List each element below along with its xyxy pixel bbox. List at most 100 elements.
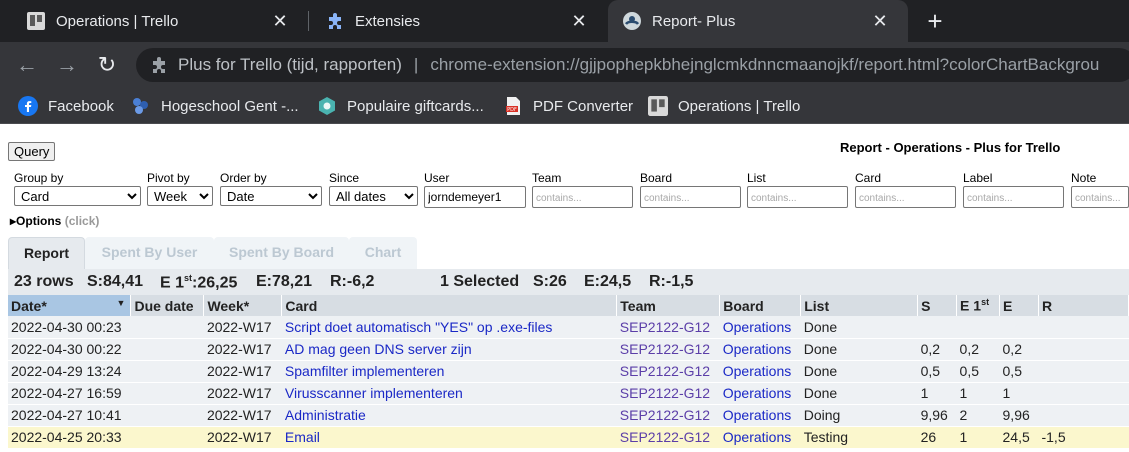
- since-select[interactable]: All dates: [329, 186, 418, 206]
- cell-board[interactable]: Operations: [719, 360, 801, 383]
- report-page: Query Report - Operations - Plus for Tre…: [0, 124, 1129, 452]
- order-by-select[interactable]: Date: [220, 186, 322, 206]
- row-count: 23 rows: [14, 273, 74, 290]
- column-estimate-first[interactable]: E 1st: [956, 295, 1001, 316]
- total-spent: S:84,41: [87, 273, 144, 290]
- close-tab-icon[interactable]: ✕: [870, 11, 890, 31]
- cell-spent: 0,2: [917, 338, 957, 361]
- label-filter: Label: [963, 171, 1064, 208]
- address-bar[interactable]: Plus for Trello (tijd, rapporten) | chro…: [136, 48, 1129, 82]
- filter-label: List: [747, 171, 766, 185]
- tab-spent-by-user[interactable]: Spent By User: [85, 237, 214, 269]
- filter-label: Group by: [14, 171, 64, 185]
- cell-remaining: [1038, 382, 1129, 405]
- table-row[interactable]: 2022-04-30 00:22 2022-W17 AD mag geen DNS …: [8, 338, 1129, 361]
- query-button[interactable]: Query: [8, 142, 56, 161]
- cell-estimate-first: [956, 316, 1000, 339]
- cell-card[interactable]: Spamfilter implementeren: [281, 360, 617, 383]
- report-table: Date* ▼ Due date Week* Card Team Board Li…: [8, 295, 1129, 449]
- cell-team[interactable]: SEP2122-G12: [616, 404, 720, 427]
- table-row[interactable]: 2022-04-29 13:24 2022-W17 Spamfilter imple…: [8, 360, 1129, 383]
- bookmark-pdf-converter[interactable]: PDF PDF Converter: [503, 95, 633, 117]
- pivot-by-select[interactable]: Week: [147, 186, 213, 206]
- bookmark-facebook[interactable]: Facebook: [18, 95, 114, 117]
- cell-due-date: [130, 382, 204, 405]
- cell-estimate-first: 0,2: [956, 338, 1000, 361]
- bookmark-giftcards[interactable]: Populaire giftcards...: [317, 95, 484, 117]
- team-input[interactable]: [532, 186, 633, 208]
- table-row[interactable]: 2022-04-25 20:33 2022-W17 Email SEP2122-G12…: [8, 426, 1129, 449]
- tab-report[interactable]: Report: [8, 237, 85, 269]
- column-remaining[interactable]: R: [1038, 295, 1129, 316]
- cell-remaining: [1038, 404, 1129, 427]
- column-spent[interactable]: S: [917, 295, 958, 316]
- table-row[interactable]: 2022-04-27 10:41 2022-W17 Administratie SEP…: [8, 404, 1129, 427]
- label-input[interactable]: [963, 186, 1064, 208]
- cell-board[interactable]: Operations: [719, 338, 801, 361]
- browser-tab-trello[interactable]: Operations | Trello ✕: [0, 0, 308, 42]
- table-row[interactable]: 2022-04-27 16:59 2022-W17 Virusscanner imp…: [8, 382, 1129, 405]
- cell-due-date: [130, 316, 204, 339]
- cell-board[interactable]: Operations: [719, 426, 801, 449]
- column-date[interactable]: Date* ▼: [8, 295, 132, 316]
- back-arrow-icon[interactable]: ←: [14, 52, 40, 78]
- board-input[interactable]: [640, 186, 741, 208]
- cell-team[interactable]: SEP2122-G12: [616, 382, 720, 405]
- table-row[interactable]: 2022-04-30 00:23 2022-W17 Script doet auto…: [8, 316, 1129, 339]
- column-card[interactable]: Card: [281, 295, 618, 316]
- filter-label: Pivot by: [147, 171, 190, 185]
- bookmark-label: Populaire giftcards...: [347, 97, 484, 115]
- tab-spent-by-board[interactable]: Spent By Board: [214, 237, 349, 269]
- cell-team[interactable]: SEP2122-G12: [616, 426, 720, 449]
- list-input[interactable]: [747, 186, 848, 208]
- cell-card[interactable]: Administratie: [281, 404, 617, 427]
- browser-tab-extensions[interactable]: Extensies ✕: [299, 0, 607, 42]
- cell-team[interactable]: SEP2122-G12: [616, 316, 720, 339]
- cell-card[interactable]: Script doet automatisch "YES" op .exe-fi…: [281, 316, 617, 339]
- new-tab-icon[interactable]: +: [922, 8, 948, 35]
- cell-estimate-first: 2: [956, 404, 1000, 427]
- cell-card[interactable]: Virusscanner implementeren: [281, 382, 617, 405]
- cell-card[interactable]: AD mag geen DNS server zijn: [281, 338, 617, 361]
- column-board[interactable]: Board: [719, 295, 802, 316]
- cell-estimate-first: 1: [956, 382, 1000, 405]
- cell-estimate: [999, 316, 1039, 339]
- selected-count: 1 Selected: [440, 273, 520, 290]
- column-estimate[interactable]: E: [999, 295, 1039, 316]
- filter-label: Team: [532, 171, 562, 185]
- cell-board[interactable]: Operations: [719, 316, 801, 339]
- user-input[interactable]: [424, 186, 526, 208]
- cell-team[interactable]: SEP2122-G12: [616, 338, 720, 361]
- cell-team[interactable]: SEP2122-G12: [616, 360, 720, 383]
- cell-due-date: [130, 338, 204, 361]
- board-filter: Board: [640, 171, 741, 208]
- cell-spent: 9,96: [917, 404, 957, 427]
- url-text: chrome-extension://gjjpophepkbhejnglcmkd…: [430, 55, 1100, 74]
- column-list[interactable]: List: [800, 295, 919, 316]
- note-input[interactable]: [1071, 186, 1129, 208]
- column-week[interactable]: Week*: [203, 295, 283, 316]
- omnibox-separator: |: [413, 55, 419, 74]
- cell-board[interactable]: Operations: [719, 404, 801, 427]
- card-input[interactable]: [855, 186, 956, 208]
- cell-board[interactable]: Operations: [719, 382, 801, 405]
- cell-week: 2022-W17: [203, 382, 282, 405]
- browser-tab-report[interactable]: Report- Plus ✕: [608, 0, 908, 42]
- browser-tab-strip: Operations | Trello ✕ Extensies ✕ Report…: [0, 0, 1129, 42]
- bookmark-operations-trello[interactable]: Operations | Trello: [648, 95, 800, 117]
- column-team[interactable]: Team: [616, 295, 721, 316]
- close-tab-icon[interactable]: ✕: [569, 11, 589, 31]
- cell-card[interactable]: Email: [281, 426, 617, 449]
- note-filter: Note: [1071, 171, 1129, 208]
- report-summary: 23 rows S:84,41 E 1st:26,25 E:78,21 R:-6…: [8, 269, 1129, 295]
- close-tab-icon[interactable]: ✕: [270, 11, 290, 31]
- order-by-filter: Order by Date: [220, 171, 322, 206]
- bookmark-hogeschool-gent[interactable]: Hogeschool Gent -...: [131, 95, 299, 117]
- tab-chart[interactable]: Chart: [349, 237, 417, 269]
- options-toggle[interactable]: ▸Options (click): [10, 214, 99, 228]
- cell-list: Done: [800, 316, 918, 339]
- reload-icon[interactable]: ↻: [94, 52, 120, 78]
- column-due-date[interactable]: Due date: [130, 295, 205, 316]
- group-by-select[interactable]: Card: [14, 186, 141, 206]
- forward-arrow-icon[interactable]: →: [54, 52, 80, 78]
